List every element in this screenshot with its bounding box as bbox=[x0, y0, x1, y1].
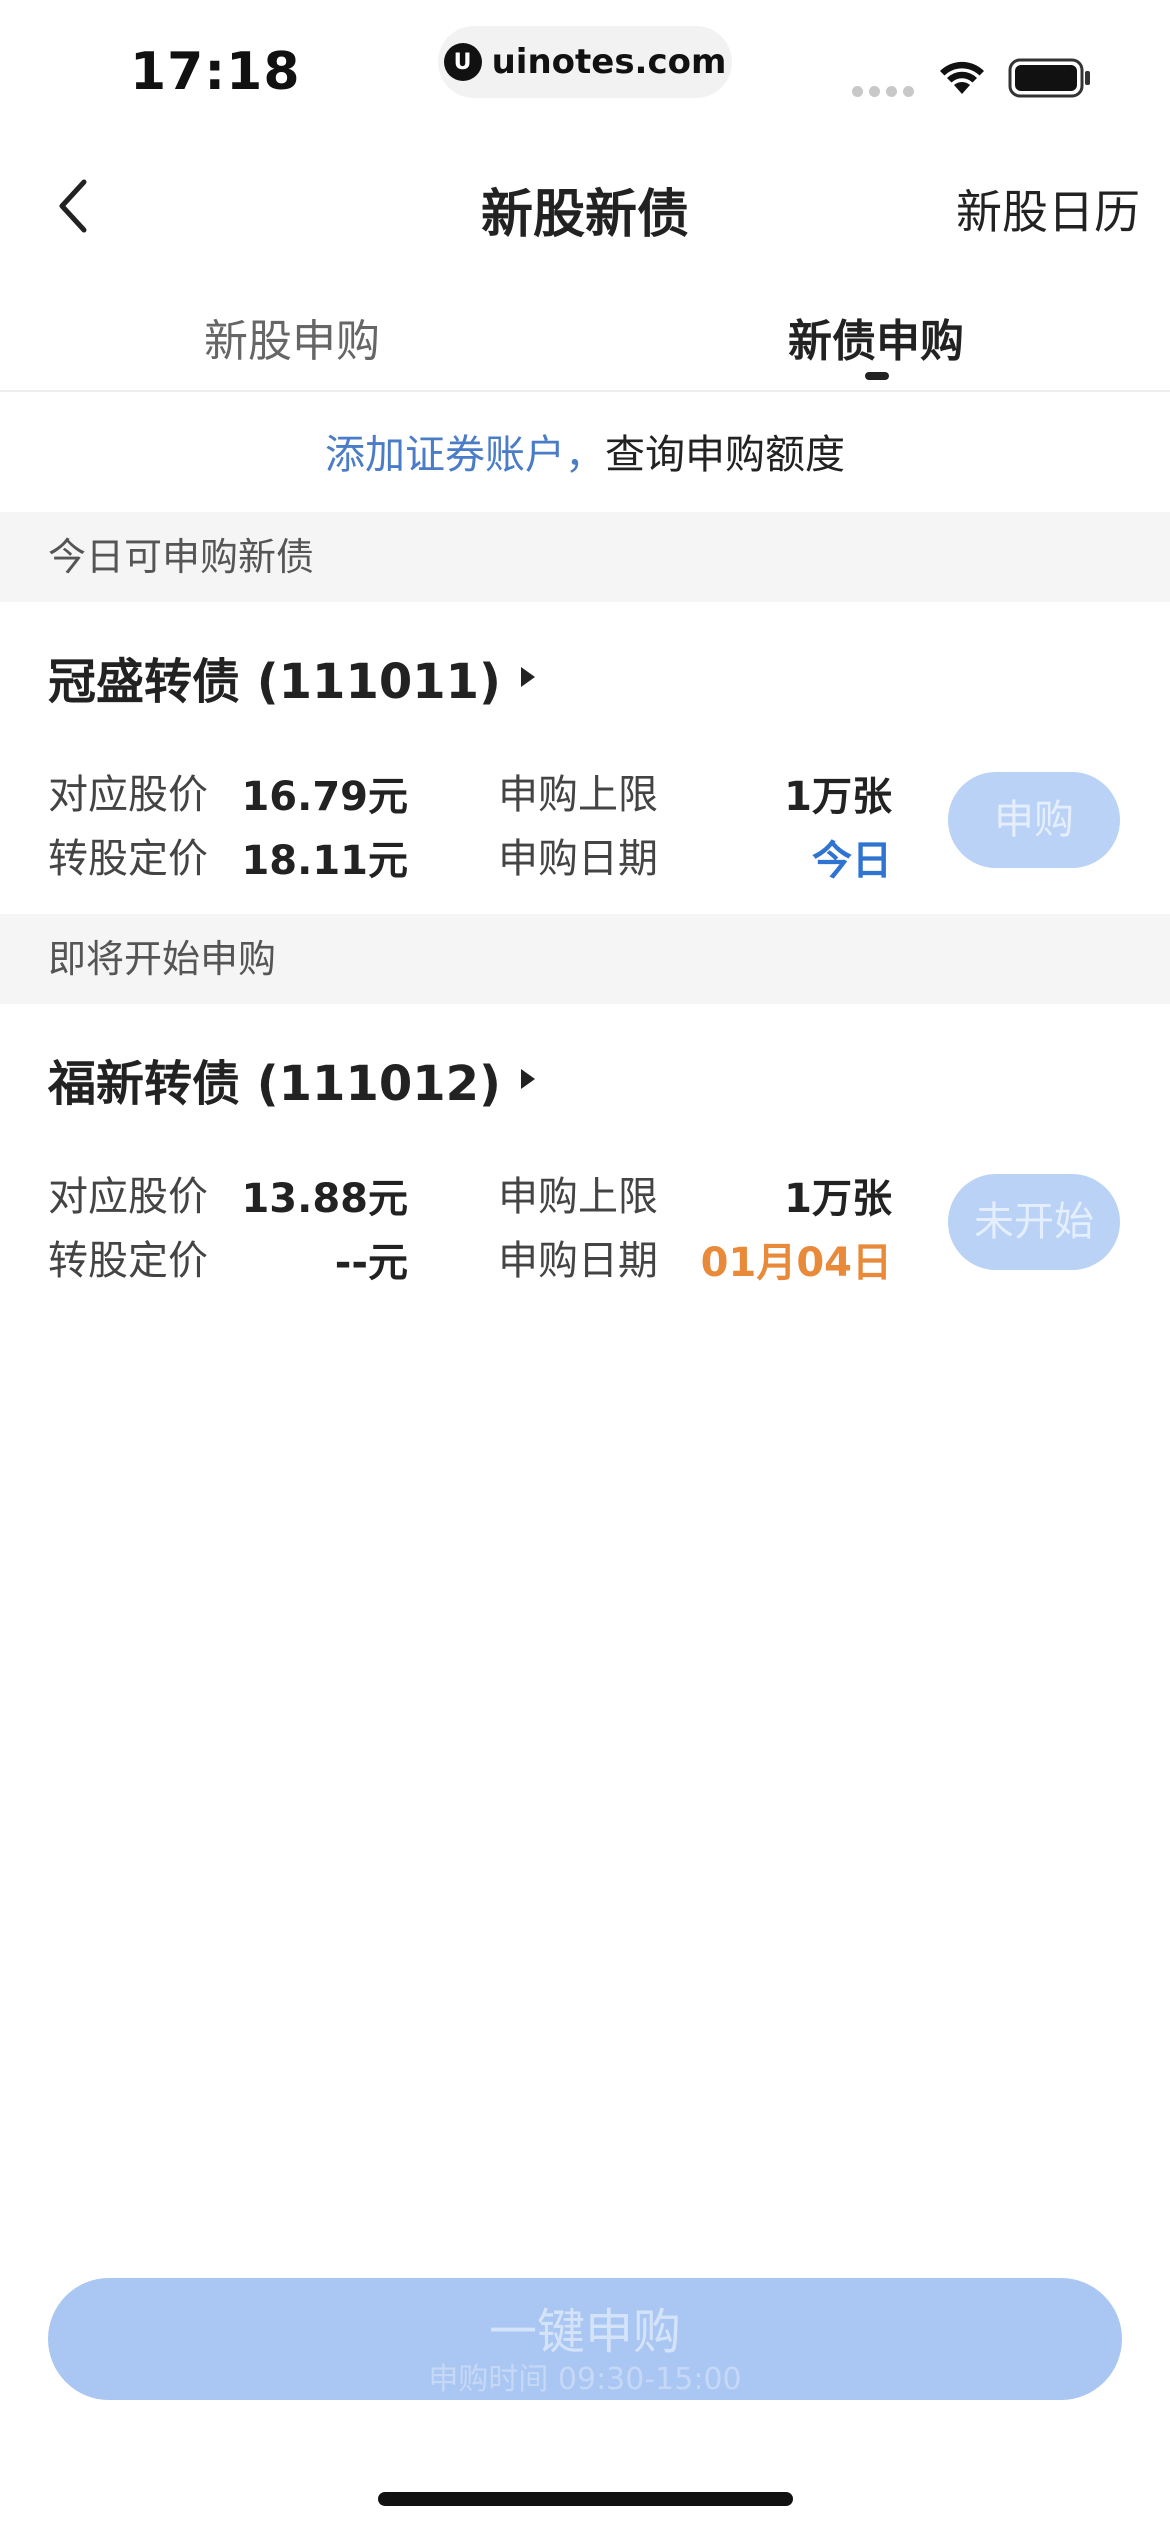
limit-label: 申购上限 bbox=[498, 1174, 658, 1220]
chevron-left-icon bbox=[59, 179, 87, 233]
ipo-calendar-link[interactable]: 新股日历 bbox=[900, 176, 1140, 242]
date-label: 申购日期 bbox=[498, 1238, 658, 1284]
stock-price-value: 13.88元 bbox=[241, 1176, 408, 1222]
page-title: 新股新债 bbox=[480, 185, 689, 245]
limit-value: 1万张 bbox=[784, 1176, 892, 1222]
battery-icon bbox=[1008, 58, 1092, 102]
wifi-icon bbox=[936, 56, 988, 100]
stock-price-value: 16.79元 bbox=[241, 774, 408, 820]
bond-name-link[interactable]: 冠盛转债 (111011) bbox=[48, 642, 535, 712]
tab-new-bond-subscription[interactable]: 新债申购 bbox=[726, 305, 1026, 369]
conversion-price-label: 转股定价 bbox=[48, 1238, 208, 1284]
bond-name-link[interactable]: 福新转债 (111012) bbox=[48, 1044, 535, 1114]
subscription-time-text: 申购时间 09:30-15:00 bbox=[428, 2362, 742, 2397]
caret-right-icon bbox=[520, 667, 535, 687]
one-click-subscribe-button[interactable]: 一键申购 申购时间 09:30-15:00 bbox=[48, 2278, 1122, 2400]
tab-divider bbox=[0, 390, 1170, 392]
site-logo-icon: U bbox=[443, 43, 482, 81]
limit-value: 1万张 bbox=[784, 774, 892, 820]
tab-new-stock-subscription[interactable]: 新股申购 bbox=[142, 305, 442, 369]
url-pill: U uinotes.com bbox=[438, 26, 732, 98]
status-time: 17:18 bbox=[130, 42, 301, 102]
caret-right-icon bbox=[520, 1069, 535, 1089]
stock-price-label: 对应股价 bbox=[48, 1174, 208, 1220]
date-label: 申购日期 bbox=[498, 836, 658, 882]
back-button[interactable] bbox=[40, 170, 104, 242]
signal-icon bbox=[852, 86, 914, 97]
stock-price-label: 对应股价 bbox=[48, 772, 208, 818]
active-tab-indicator bbox=[865, 372, 889, 380]
conversion-price-value: --元 bbox=[334, 1240, 408, 1286]
query-quota-text: 查询申购额度 bbox=[605, 432, 845, 478]
date-value: 今日 bbox=[812, 838, 892, 884]
limit-label: 申购上限 bbox=[498, 772, 658, 818]
account-prompt: 添加证券账户，查询申购额度 bbox=[0, 422, 1170, 480]
section-header-upcoming: 即将开始申购 bbox=[0, 914, 1170, 1004]
bond-name: 福新转债 (111012) bbox=[48, 1056, 501, 1112]
add-account-link[interactable]: 添加证券账户， bbox=[325, 432, 605, 478]
date-value: 01月04日 bbox=[700, 1240, 892, 1286]
conversion-price-label: 转股定价 bbox=[48, 836, 208, 882]
bond-name: 冠盛转债 (111011) bbox=[48, 654, 501, 710]
not-started-button[interactable]: 未开始 bbox=[948, 1174, 1120, 1270]
section-header-today: 今日可申购新债 bbox=[0, 512, 1170, 602]
one-click-subscribe-label: 一键申购 bbox=[488, 2304, 681, 2360]
url-text: uinotes.com bbox=[491, 42, 727, 82]
conversion-price-value: 18.11元 bbox=[241, 838, 408, 884]
subscribe-button[interactable]: 申购 bbox=[948, 772, 1120, 868]
home-indicator[interactable] bbox=[378, 2492, 793, 2506]
